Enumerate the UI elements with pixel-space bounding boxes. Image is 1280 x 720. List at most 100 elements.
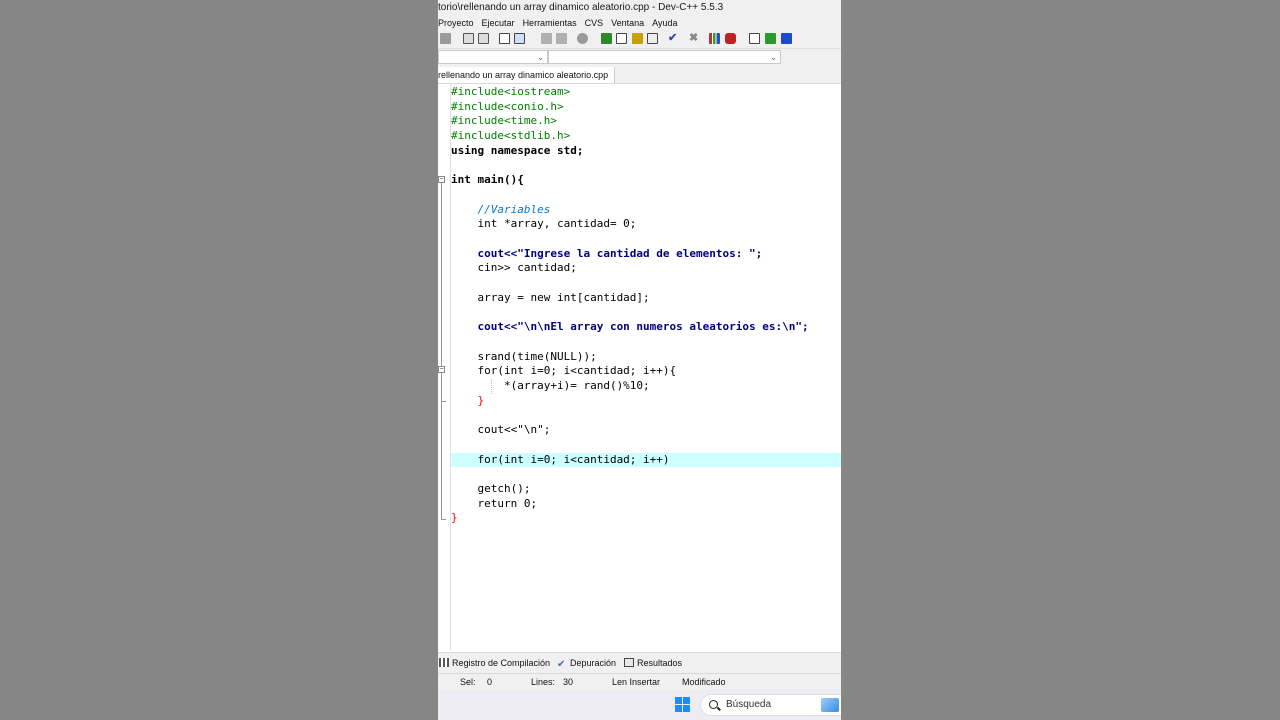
- code-line: //Variables: [451, 203, 841, 218]
- tab-file[interactable]: rellenando un array dinamico aleatorio.c…: [438, 67, 616, 83]
- taskbar-search[interactable]: Búsqueda: [700, 694, 841, 716]
- code-line: srand(time(NULL));: [451, 350, 841, 365]
- menu-ayuda[interactable]: Ayuda: [652, 16, 677, 30]
- code-line-text: }: [451, 393, 485, 407]
- stop-icon[interactable]: [577, 33, 588, 44]
- fold-end-marker: [441, 519, 446, 520]
- run-icon[interactable]: [616, 33, 627, 44]
- open-project-icon[interactable]: [514, 33, 525, 44]
- search-placeholder: Búsqueda: [726, 699, 772, 710]
- windows-start-icon[interactable]: [675, 697, 691, 713]
- check-syntax-icon[interactable]: ✔: [668, 33, 679, 44]
- fold-gutter: − −: [438, 84, 451, 650]
- code-line-text: using namespace std;: [451, 143, 584, 157]
- tab-debug[interactable]: ✔ Depuración: [557, 653, 616, 673]
- code-line: return 0;: [451, 497, 841, 512]
- code-line: cout<<"\n";: [451, 423, 841, 438]
- clean-icon[interactable]: ✖: [689, 33, 700, 44]
- check-icon: ✔: [557, 659, 566, 670]
- status-bar: Sel: 0 Lines: 30 Len Insertar Modificado: [438, 673, 841, 690]
- code-line-text: *(array+i)= rand()%10;: [451, 379, 650, 392]
- chevron-down-icon: ⌄: [770, 53, 777, 62]
- search-highlight-icon: [821, 698, 839, 712]
- current-code-line: for(int i=0; i<cantidad; i++): [451, 452, 841, 468]
- menu-ejecutar[interactable]: Ejecutar: [482, 16, 515, 30]
- code-editor[interactable]: #include<iostream> #include<conio.h> #in…: [451, 84, 841, 650]
- indent-guide: [491, 379, 492, 394]
- code-line: array = new int[cantidad];: [451, 291, 841, 306]
- profile-icon[interactable]: [725, 33, 736, 44]
- code-line-text: cout<<"\n";: [451, 423, 551, 437]
- results-icon: [624, 658, 634, 667]
- code-line: for(int i=0; i<cantidad; i++){: [451, 364, 841, 379]
- code-line-text: #include<conio.h>: [451, 99, 564, 113]
- fold-collapse-icon[interactable]: −: [438, 366, 445, 373]
- replace-icon[interactable]: [478, 33, 489, 44]
- fold-line: [441, 183, 442, 368]
- code-line-text: //Variables: [451, 202, 551, 216]
- menu-herramientas[interactable]: Herramientas: [523, 16, 577, 30]
- code-line: cin>> cantidad;: [451, 261, 841, 276]
- code-line: cout<<"Ingrese la cantidad de elementos:…: [451, 247, 841, 262]
- title-bar: torio\rellenando un array dinamico aleat…: [438, 0, 841, 16]
- status-sel-value: 0: [487, 677, 493, 687]
- back-icon[interactable]: [541, 33, 552, 44]
- find-icon[interactable]: [463, 33, 474, 44]
- file-tabs: rellenando un array dinamico aleatorio.c…: [438, 67, 841, 84]
- code-line-text: srand(time(NULL));: [451, 349, 597, 363]
- bookmark-icon[interactable]: [781, 33, 792, 44]
- code-line-text: array = new int[cantidad];: [451, 290, 650, 304]
- status-lines-value: 30: [563, 677, 574, 687]
- tab-file-label: rellenando un array dinamico aleatorio.c…: [438, 70, 609, 80]
- devcpp-window: torio\rellenando un array dinamico aleat…: [438, 0, 841, 720]
- code-line-text: cout<<"Ingrese la cantidad de elementos:…: [451, 246, 763, 260]
- menu-cvs[interactable]: CVS: [585, 16, 604, 30]
- tab-compile-log[interactable]: Registro de Compilación: [439, 653, 550, 673]
- undo-icon[interactable]: [440, 33, 451, 44]
- window-title: torio\rellenando un array dinamico aleat…: [438, 2, 724, 13]
- new-project-icon[interactable]: [499, 33, 510, 44]
- status-lines-label: Lines:: [531, 677, 556, 687]
- bottom-panel-tabs: Registro de Compilación ✔ Depuración Resu…: [438, 652, 841, 673]
- code-line-text: getch();: [451, 481, 531, 495]
- tab-results[interactable]: Resultados: [624, 653, 682, 673]
- code-line-text: int *array, cantidad= 0;: [451, 217, 637, 231]
- member-combo[interactable]: ⌄: [548, 50, 781, 64]
- class-combo-bar: ⌄ ⌄: [438, 49, 841, 67]
- menu-bar: Proyecto Ejecutar Herramientas CVS Ventana Ay…: [438, 16, 841, 30]
- compile-icon[interactable]: [601, 33, 612, 44]
- fold-collapse-icon[interactable]: −: [438, 176, 445, 183]
- tab-results-label: Resultados: [637, 658, 683, 668]
- goto-icon[interactable]: [749, 33, 760, 44]
- forward-icon[interactable]: [556, 33, 567, 44]
- tab-debug-label: Depuración: [570, 658, 617, 668]
- chart-icon[interactable]: [709, 33, 720, 44]
- code-line: }: [451, 511, 841, 526]
- code-line-text: return 0;: [451, 496, 538, 510]
- compile-run-icon[interactable]: [632, 33, 643, 44]
- search-icon: [709, 700, 718, 709]
- toolbar: ✔ ✖: [438, 30, 841, 49]
- status-insert-mode: Len Insertar: [612, 677, 661, 687]
- class-combo[interactable]: ⌄: [438, 50, 548, 64]
- menu-ventana[interactable]: Ventana: [611, 16, 644, 30]
- code-line-text: #include<iostream>: [451, 85, 571, 98]
- code-line: #include<conio.h>: [451, 100, 841, 115]
- chart-icon: [439, 658, 449, 667]
- status-sel-label: Sel:: [460, 677, 476, 687]
- code-line-text: }: [451, 511, 458, 525]
- code-line-text: int main(){: [451, 173, 524, 187]
- rebuild-icon[interactable]: [647, 33, 658, 44]
- menu-proyecto[interactable]: Proyecto: [438, 16, 474, 30]
- debug-icon[interactable]: [765, 33, 776, 44]
- code-line: using namespace std;: [451, 144, 841, 159]
